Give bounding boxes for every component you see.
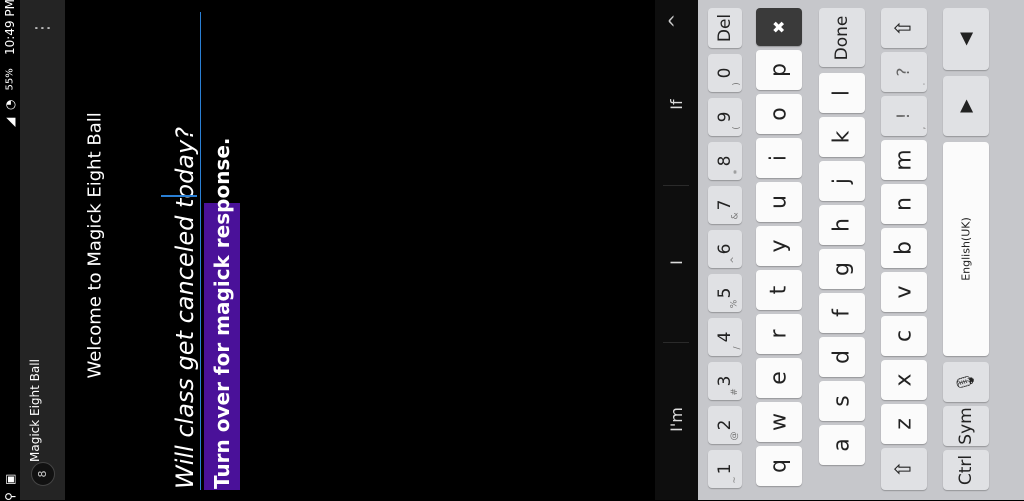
cursor-up-icon: ◀ (956, 32, 976, 46)
ctrl-key[interactable]: Ctrl (943, 450, 989, 490)
key-0[interactable]: 0) (708, 54, 742, 92)
key-4[interactable]: 4/ (708, 318, 742, 356)
welcome-text: Welcome to Magick Eight Ball (84, 112, 106, 379)
suggestion-divider (663, 342, 689, 343)
key-v[interactable]: v (881, 272, 927, 312)
cursor-up-key[interactable]: ◀ (943, 8, 989, 70)
delete-key[interactable]: Del (708, 8, 742, 48)
cursor-down-key[interactable]: ▶ (943, 76, 989, 136)
key-3[interactable]: 3 # (708, 362, 742, 400)
status-time: 10:49 PM (3, 0, 17, 55)
key-g[interactable]: g (819, 249, 865, 289)
app-title: Magick Eight Ball (28, 359, 42, 462)
key-s[interactable]: s (819, 381, 865, 421)
key-w[interactable]: w (756, 402, 802, 442)
key-y[interactable]: y (756, 226, 802, 266)
usb-icon: ⚲ (3, 492, 17, 501)
key-e[interactable]: e (756, 358, 802, 398)
wifi-icon: ◔ (3, 99, 17, 110)
done-key[interactable]: Done (819, 8, 865, 67)
key-j[interactable]: j (819, 161, 865, 201)
key-t[interactable]: t (756, 270, 802, 310)
key-question[interactable]: ?. (881, 52, 928, 92)
key-l[interactable]: l (819, 73, 865, 113)
key-d[interactable]: d (819, 337, 865, 377)
shift-key-right[interactable]: ⇧ (881, 8, 927, 48)
key-o[interactable]: o (756, 94, 802, 134)
suggestion-item[interactable]: I (667, 241, 686, 284)
key-q[interactable]: q (756, 446, 802, 486)
key-b[interactable]: b (881, 228, 927, 268)
mic-settings-icon: 🎙 (956, 371, 976, 393)
suggestion-item[interactable]: If (667, 83, 686, 126)
space-bar[interactable]: English(UK) (943, 142, 989, 356)
question-input[interactable]: Will class get canceled today? (161, 12, 203, 490)
key-z[interactable]: z (881, 404, 927, 444)
suggestion-divider (663, 185, 689, 186)
suggestion-item[interactable]: I'm (667, 398, 686, 441)
key-8[interactable]: 8 * (708, 142, 742, 180)
key-5[interactable]: 5% (708, 274, 742, 312)
shift-icon: ⇧ (891, 459, 917, 479)
key-r[interactable]: r (756, 314, 802, 354)
chevron-up-icon[interactable]: ^ (666, 9, 687, 28)
overflow-menu-icon[interactable]: ⋮ (32, 0, 53, 37)
key-6[interactable]: 6 ^ (708, 230, 742, 268)
notification-icon: ▣ (3, 473, 17, 485)
key-c[interactable]: c (881, 316, 927, 356)
text-cursor (161, 195, 197, 197)
input-underline (200, 12, 201, 490)
turn-over-label: Turn over for magick response. (210, 137, 234, 489)
status-bar: 10:49 PM 55% ◔ ◢ ▣ ⚲ (0, 0, 20, 501)
key-exclaim[interactable]: !, (881, 96, 928, 136)
key-m[interactable]: m (881, 140, 927, 180)
key-x[interactable]: x (881, 360, 927, 400)
suggestion-strip: ^ If I I'm (655, 0, 698, 500)
sym-key[interactable]: Sym (943, 406, 989, 446)
status-battery: 55% (4, 68, 16, 91)
shift-key-left[interactable]: ⇧ (881, 448, 927, 490)
backspace-icon: ✖ (769, 20, 789, 34)
key-a[interactable]: a (819, 425, 865, 465)
main-content: Welcome to Magick Eight Ball Will class … (65, 0, 655, 500)
key-7[interactable]: 7 & (708, 186, 742, 224)
question-text: Will class get canceled today? (171, 127, 199, 489)
key-h[interactable]: h (819, 205, 865, 245)
key-p[interactable]: p (756, 50, 802, 90)
backspace-key[interactable]: ✖ (756, 8, 802, 46)
signal-icon: ◢ (3, 117, 17, 127)
app-logo: 8 (31, 462, 55, 486)
key-f[interactable]: f (819, 293, 865, 333)
key-i[interactable]: i (756, 138, 802, 178)
key-1[interactable]: 1 ~ (708, 450, 742, 488)
key-u[interactable]: u (756, 182, 802, 222)
turn-over-button[interactable]: Turn over for magick response. (204, 137, 240, 490)
cursor-down-icon: ▶ (956, 99, 976, 113)
app-bar: ⋮ Magick Eight Ball 8 (20, 0, 65, 500)
key-n[interactable]: n (881, 184, 927, 224)
shift-icon: ⇧ (891, 18, 917, 38)
key-2[interactable]: 2 @ (708, 406, 742, 444)
soft-keyboard: 1 ~ 2 @ 3 # 4/ 5% 6 ^ 7 & 8 * 9( 0) Del q w e … (698, 0, 1024, 500)
mic-settings-key[interactable]: 🎙 (943, 362, 989, 402)
key-k[interactable]: k (819, 117, 865, 157)
key-9[interactable]: 9( (708, 98, 742, 136)
